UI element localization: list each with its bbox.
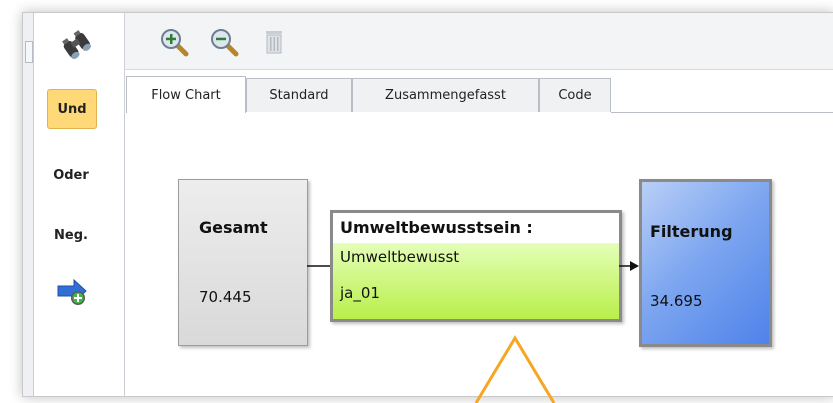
gesamt-value: 70.445 bbox=[199, 288, 252, 306]
umwelt-node[interactable]: Umweltbewusstsein : Umweltbewusst ja_01 bbox=[330, 210, 622, 322]
sidebar: Und Oder Neg. bbox=[34, 13, 125, 396]
toolbar bbox=[125, 13, 833, 70]
umwelt-line1: Umweltbewusst bbox=[340, 248, 460, 266]
content-left-border bbox=[124, 112, 125, 395]
tab-standard[interactable]: Standard bbox=[246, 78, 352, 112]
binoculars-icon[interactable] bbox=[60, 28, 92, 60]
filterung-node[interactable]: Filterung 34.695 bbox=[639, 179, 772, 347]
umwelt-title: Umweltbewusstsein : bbox=[333, 213, 619, 243]
tab-code[interactable]: Code bbox=[539, 78, 611, 112]
tab-zusammengefasst[interactable]: Zusammengefasst bbox=[352, 78, 539, 112]
filterung-value: 34.695 bbox=[650, 292, 703, 310]
umwelt-line2: ja_01 bbox=[340, 284, 380, 302]
oder-button[interactable]: Oder bbox=[47, 168, 95, 183]
neg-button[interactable]: Neg. bbox=[47, 228, 95, 243]
tab-flow-chart[interactable]: Flow Chart bbox=[126, 76, 246, 113]
tab-baseline bbox=[611, 112, 833, 113]
add-arrow-icon[interactable] bbox=[56, 277, 90, 307]
gesamt-node[interactable]: Gesamt 70.445 bbox=[178, 179, 308, 346]
umwelt-body: Umweltbewusst ja_01 bbox=[333, 243, 619, 319]
gesamt-title: Gesamt bbox=[199, 218, 268, 237]
und-button[interactable]: Und bbox=[47, 89, 97, 129]
left-splitter[interactable] bbox=[23, 13, 34, 396]
filterung-title: Filterung bbox=[650, 222, 733, 241]
zoom-in-icon[interactable] bbox=[159, 27, 189, 57]
splitter-knob[interactable] bbox=[25, 41, 33, 63]
zoom-out-icon[interactable] bbox=[209, 27, 239, 57]
trash-icon[interactable] bbox=[259, 27, 289, 57]
